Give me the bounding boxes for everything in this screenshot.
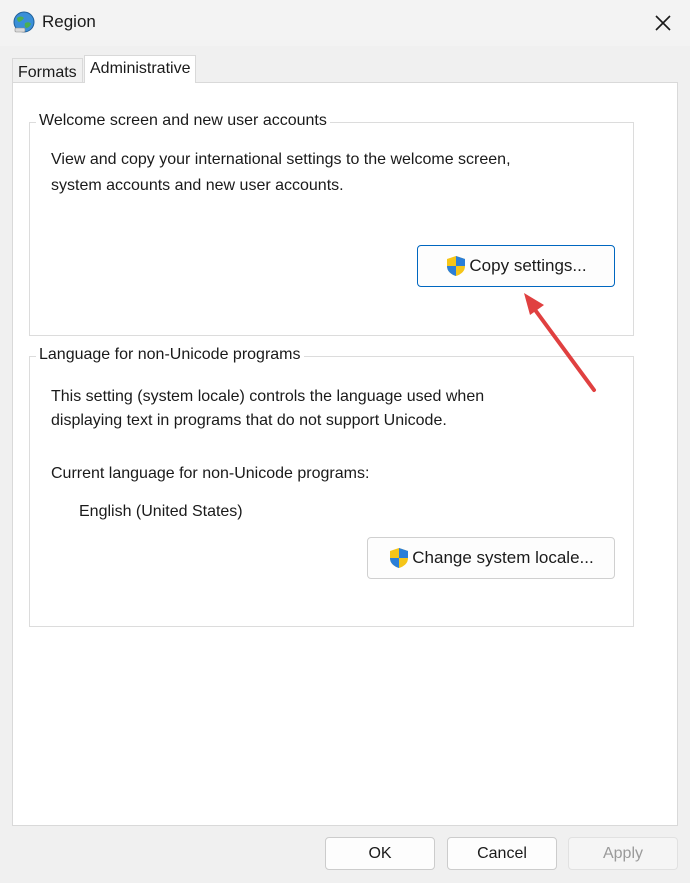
apply-button[interactable]: Apply — [568, 837, 678, 870]
copy-settings-label: Copy settings... — [469, 256, 587, 275]
cancel-button[interactable]: Cancel — [447, 837, 557, 870]
non-unicode-group-legend: Language for non-Unicode programs — [36, 346, 304, 364]
ok-button[interactable]: OK — [325, 837, 435, 870]
title-bar: Region — [0, 0, 690, 46]
current-language-value: English (United States) — [79, 503, 243, 520]
locale-description-line1: This setting (system locale) controls th… — [51, 388, 485, 405]
uac-shield-icon — [447, 256, 466, 276]
welcome-description-line1: View and copy your international setting… — [51, 151, 511, 168]
locale-description-line2: displaying text in programs that do not … — [51, 412, 447, 429]
window-title: Region — [42, 12, 96, 31]
region-dialog: Region Formats Administrative Welcome sc… — [0, 0, 690, 883]
close-icon — [655, 15, 671, 31]
tab-administrative[interactable]: Administrative — [84, 55, 197, 83]
globe-icon — [12, 10, 36, 34]
change-system-locale-button[interactable]: Change system locale... — [367, 537, 615, 579]
copy-settings-button[interactable]: Copy settings... — [417, 245, 615, 287]
welcome-group-legend: Welcome screen and new user accounts — [36, 112, 330, 130]
close-button[interactable] — [650, 10, 676, 36]
uac-shield-icon — [390, 548, 409, 568]
administrative-panel: Welcome screen and new user accounts Vie… — [12, 82, 678, 826]
annotation-arrow — [524, 293, 596, 392]
change-system-locale-label: Change system locale... — [412, 548, 594, 567]
welcome-description-line2: system accounts and new user accounts. — [51, 177, 344, 194]
tab-formats[interactable]: Formats — [12, 58, 83, 83]
current-language-label: Current language for non-Unicode program… — [51, 465, 370, 482]
